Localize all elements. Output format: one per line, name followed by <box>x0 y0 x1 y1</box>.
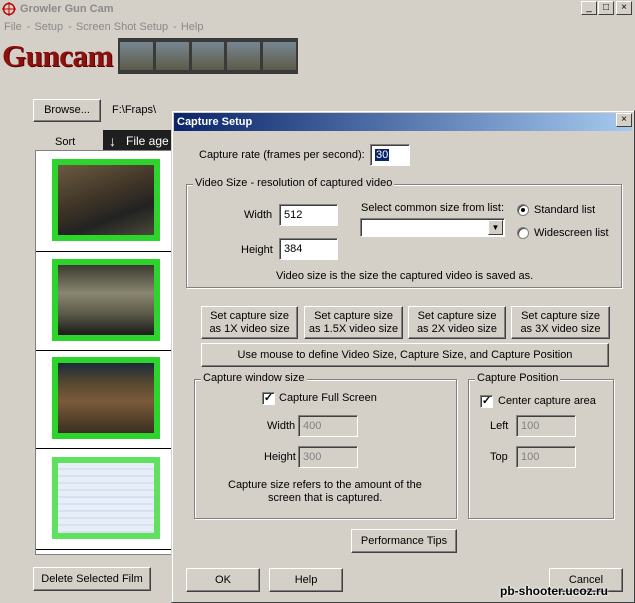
capture-note-line2: screen that is captured. <box>268 492 383 504</box>
main-title-bar: Growler Gun Cam <box>0 0 635 18</box>
standard-list-label[interactable]: Standard list <box>534 204 595 216</box>
video-height-input[interactable]: 384 <box>279 238 338 260</box>
menu-bar: File - Setup - Screen Shot Setup - Help <box>0 18 635 36</box>
film-thumbnail[interactable] <box>52 457 160 539</box>
video-width-input[interactable]: 512 <box>279 204 338 226</box>
capture-window-group-title: Capture window size <box>201 372 307 384</box>
widescreen-list-label[interactable]: Widescreen list <box>534 227 609 239</box>
cw-height-label: Height <box>264 451 296 463</box>
film-thumbnail[interactable] <box>52 259 160 341</box>
capture-position-group-title: Capture Position <box>475 372 561 384</box>
down-arrow-icon: ↓ <box>109 133 116 149</box>
menu-help[interactable]: Help <box>177 21 209 33</box>
capture-note-line1: Capture size refers to the amount of the <box>228 479 422 491</box>
cw-height-input[interactable]: 300 <box>298 446 358 468</box>
path-label: F:\Fraps\ <box>112 104 157 116</box>
left-input[interactable]: 100 <box>516 415 576 437</box>
height-label: Height <box>241 244 273 256</box>
common-size-label: Select common size from list: <box>361 202 505 214</box>
dialog-title: Capture Setup <box>177 116 253 128</box>
cw-width-label: Width <box>267 420 296 432</box>
sort-label[interactable]: Sort <box>55 136 75 148</box>
capture-rate-input[interactable]: 30 <box>370 144 410 166</box>
set-capture-3x-button[interactable]: Set capture size as 3X video size <box>511 306 610 339</box>
dialog-title-bar: Capture Setup <box>174 113 632 131</box>
guncam-logo: Guncam <box>2 38 113 73</box>
performance-tips-button[interactable]: Performance Tips <box>351 529 457 553</box>
capture-rate-label: Capture rate (frames per second): <box>199 149 365 161</box>
menu-file[interactable]: File <box>0 21 27 33</box>
video-size-group-title: Video Size - resolution of captured vide… <box>193 177 395 189</box>
set-capture-1-5x-button[interactable]: Set capture size as 1.5X video size <box>304 306 403 339</box>
common-size-select[interactable]: ▼ <box>360 218 505 237</box>
close-button[interactable]: × <box>616 1 632 15</box>
help-button[interactable]: Help <box>269 568 343 592</box>
video-size-note: Video size is the size the captured vide… <box>276 270 534 282</box>
delete-selected-film-button[interactable]: Delete Selected Film <box>33 567 151 591</box>
center-area-checkbox[interactable]: ✓ <box>480 395 493 408</box>
film-list[interactable] <box>35 150 173 555</box>
film-thumbnail[interactable] <box>52 357 160 439</box>
set-capture-2x-button[interactable]: Set capture size as 2X video size <box>408 306 506 339</box>
capture-setup-dialog: Capture Setup × Capture rate (frames per… <box>171 110 635 603</box>
center-area-label[interactable]: Center capture area <box>498 395 596 407</box>
left-label: Left <box>490 420 509 432</box>
standard-list-radio[interactable] <box>517 204 529 216</box>
minimize-button[interactable]: _ <box>581 1 597 15</box>
top-input[interactable]: 100 <box>516 446 576 468</box>
chevron-down-icon[interactable]: ▼ <box>488 220 503 235</box>
ok-button[interactable]: OK <box>186 568 260 592</box>
banner: Guncam <box>0 36 300 76</box>
watermark: pb-shooter.ucoz.ru <box>500 584 608 598</box>
file-age-header[interactable]: ↓ File age <box>103 130 178 152</box>
main-title: Growler Gun Cam <box>20 3 114 15</box>
top-label: Top <box>490 451 508 463</box>
widescreen-list-radio[interactable] <box>517 227 529 239</box>
full-screen-checkbox[interactable]: ✓ <box>262 392 275 405</box>
film-thumbnail[interactable] <box>52 159 160 241</box>
dialog-close-button[interactable]: × <box>616 113 632 127</box>
cw-width-input[interactable]: 400 <box>298 415 358 437</box>
menu-setup[interactable]: Setup <box>30 21 68 33</box>
full-screen-label[interactable]: Capture Full Screen <box>279 392 377 404</box>
crosshair-icon <box>2 2 16 16</box>
browse-button[interactable]: Browse... <box>33 99 101 122</box>
width-label: Width <box>244 209 273 221</box>
mouse-define-button[interactable]: Use mouse to define Video Size, Capture … <box>201 343 609 367</box>
set-capture-1x-button[interactable]: Set capture size as 1X video size <box>201 306 298 339</box>
maximize-button[interactable]: □ <box>598 1 614 15</box>
menu-screen-shot-setup[interactable]: Screen Shot Setup <box>72 21 173 33</box>
